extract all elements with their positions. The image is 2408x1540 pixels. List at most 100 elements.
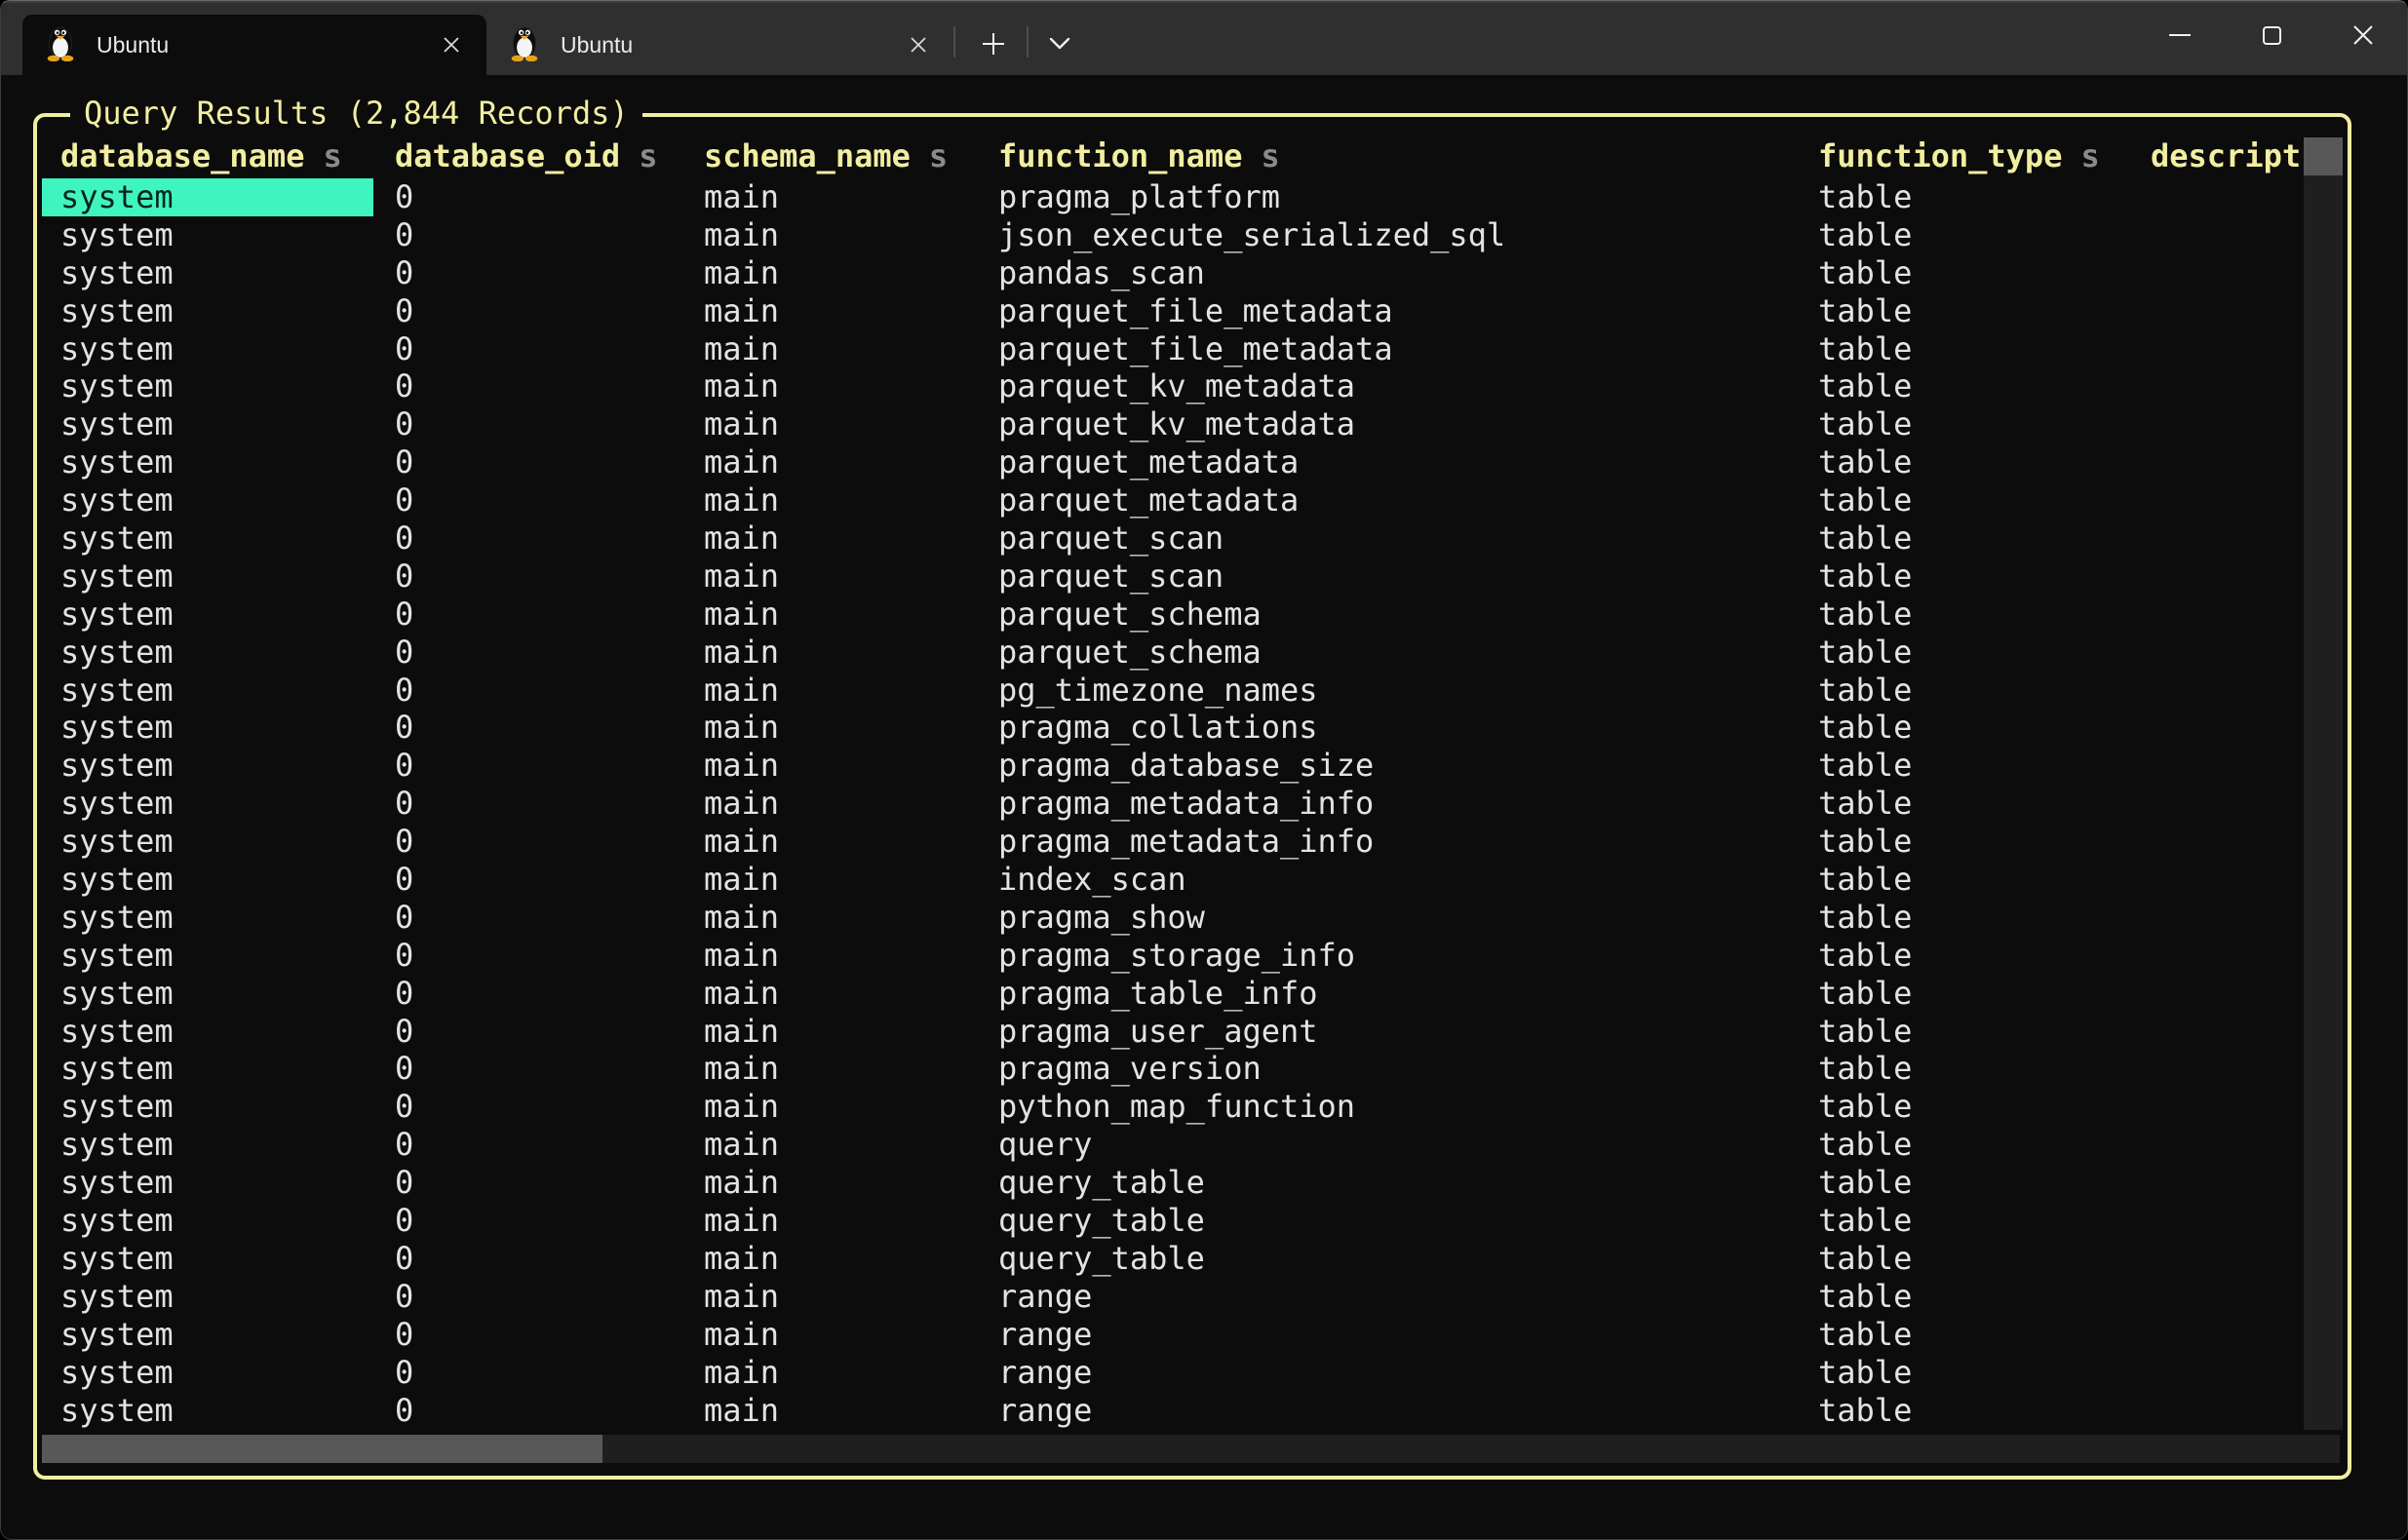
- maximize-button[interactable]: [2226, 1, 2317, 69]
- cell[interactable]: system: [42, 1278, 373, 1316]
- cell[interactable]: 0: [376, 1088, 432, 1126]
- column-header-function_type[interactable]: function_types: [1800, 137, 2118, 175]
- cell[interactable]: main: [685, 672, 797, 710]
- cell[interactable]: table: [1800, 785, 1930, 823]
- cell[interactable]: table: [1800, 823, 1930, 861]
- cell[interactable]: 0: [376, 634, 432, 672]
- cell[interactable]: 0: [376, 216, 432, 254]
- cell[interactable]: 0: [376, 1354, 432, 1392]
- cell[interactable]: main: [685, 899, 797, 937]
- cell[interactable]: system: [42, 634, 373, 672]
- column-header-descript[interactable]: descript: [2132, 137, 2319, 175]
- cell[interactable]: system: [42, 1164, 373, 1202]
- cell[interactable]: system: [42, 481, 373, 520]
- cell[interactable]: 0: [376, 1392, 432, 1430]
- cell[interactable]: main: [685, 1240, 797, 1278]
- tab-close-button[interactable]: [897, 23, 940, 66]
- cell[interactable]: 0: [376, 254, 432, 292]
- cell[interactable]: json_execute_serialized_sql: [980, 216, 1524, 254]
- cell[interactable]: parquet_scan: [980, 520, 1242, 558]
- cell[interactable]: system: [42, 672, 373, 710]
- cell[interactable]: system: [42, 254, 373, 292]
- cell[interactable]: main: [685, 1013, 797, 1051]
- cell[interactable]: system: [42, 1013, 373, 1051]
- cell[interactable]: table: [1800, 861, 1930, 899]
- cell[interactable]: pragma_metadata_info: [980, 823, 1392, 861]
- cell[interactable]: system: [42, 330, 373, 368]
- cell[interactable]: table: [1800, 1013, 1930, 1051]
- cell[interactable]: table: [1800, 1278, 1930, 1316]
- cell[interactable]: system: [42, 823, 373, 861]
- cell[interactable]: system: [42, 747, 373, 785]
- cell[interactable]: main: [685, 254, 797, 292]
- cell[interactable]: main: [685, 1088, 797, 1126]
- cell[interactable]: main: [685, 1164, 797, 1202]
- cell[interactable]: table: [1800, 292, 1930, 330]
- cell[interactable]: pragma_metadata_info: [980, 785, 1392, 823]
- selected-cell[interactable]: system: [42, 178, 373, 216]
- cell[interactable]: parquet_kv_metadata: [980, 405, 1374, 443]
- cell[interactable]: main: [685, 1050, 797, 1088]
- cell[interactable]: 0: [376, 975, 432, 1013]
- cell[interactable]: table: [1800, 672, 1930, 710]
- cell[interactable]: main: [685, 520, 797, 558]
- cell[interactable]: 0: [376, 178, 432, 216]
- cell[interactable]: main: [685, 823, 797, 861]
- cell[interactable]: system: [42, 709, 373, 747]
- horizontal-scrollbar-thumb[interactable]: [42, 1435, 602, 1463]
- cell[interactable]: 0: [376, 785, 432, 823]
- cell[interactable]: main: [685, 330, 797, 368]
- cell[interactable]: query_table: [980, 1202, 1223, 1240]
- cell[interactable]: 0: [376, 596, 432, 634]
- cell[interactable]: table: [1800, 1164, 1930, 1202]
- cell[interactable]: main: [685, 1316, 797, 1354]
- cell[interactable]: main: [685, 937, 797, 975]
- cell[interactable]: pragma_database_size: [980, 747, 1392, 785]
- cell[interactable]: pragma_platform: [980, 178, 1299, 216]
- cell[interactable]: parquet_file_metadata: [980, 292, 1412, 330]
- cell[interactable]: system: [42, 861, 373, 899]
- new-tab-button[interactable]: [966, 20, 1021, 67]
- cell[interactable]: main: [685, 443, 797, 481]
- cell[interactable]: 0: [376, 330, 432, 368]
- cell[interactable]: main: [685, 1354, 797, 1392]
- cell[interactable]: 0: [376, 1013, 432, 1051]
- horizontal-scrollbar[interactable]: [42, 1435, 2340, 1463]
- cell[interactable]: parquet_file_metadata: [980, 330, 1412, 368]
- cell[interactable]: system: [42, 405, 373, 443]
- cell[interactable]: table: [1800, 634, 1930, 672]
- cell[interactable]: main: [685, 861, 797, 899]
- cell[interactable]: main: [685, 405, 797, 443]
- cell[interactable]: 0: [376, 558, 432, 596]
- cell[interactable]: table: [1800, 178, 1930, 216]
- cell[interactable]: query_table: [980, 1164, 1223, 1202]
- cell[interactable]: 0: [376, 1278, 432, 1316]
- cell[interactable]: pragma_collations: [980, 709, 1337, 747]
- cell[interactable]: main: [685, 747, 797, 785]
- vertical-scrollbar-thumb[interactable]: [2304, 137, 2343, 175]
- cell[interactable]: 0: [376, 937, 432, 975]
- cell[interactable]: 0: [376, 747, 432, 785]
- cell[interactable]: main: [685, 709, 797, 747]
- cell[interactable]: range: [980, 1392, 1110, 1430]
- cell[interactable]: main: [685, 975, 797, 1013]
- cell[interactable]: system: [42, 1316, 373, 1354]
- cell[interactable]: system: [42, 558, 373, 596]
- column-header-database_name[interactable]: database_names: [42, 137, 361, 175]
- cell[interactable]: table: [1800, 596, 1930, 634]
- cell[interactable]: main: [685, 634, 797, 672]
- cell[interactable]: parquet_scan: [980, 558, 1242, 596]
- close-window-button[interactable]: [2317, 1, 2408, 69]
- cell[interactable]: table: [1800, 975, 1930, 1013]
- minimize-button[interactable]: [2134, 1, 2226, 69]
- cell[interactable]: 0: [376, 899, 432, 937]
- cell[interactable]: 0: [376, 1240, 432, 1278]
- cell[interactable]: parquet_metadata: [980, 481, 1317, 520]
- cell[interactable]: 0: [376, 1126, 432, 1164]
- cell[interactable]: pragma_version: [980, 1050, 1280, 1088]
- cell[interactable]: pragma_table_info: [980, 975, 1337, 1013]
- cell[interactable]: main: [685, 1202, 797, 1240]
- cell[interactable]: system: [42, 520, 373, 558]
- cell[interactable]: main: [685, 481, 797, 520]
- cell[interactable]: table: [1800, 520, 1930, 558]
